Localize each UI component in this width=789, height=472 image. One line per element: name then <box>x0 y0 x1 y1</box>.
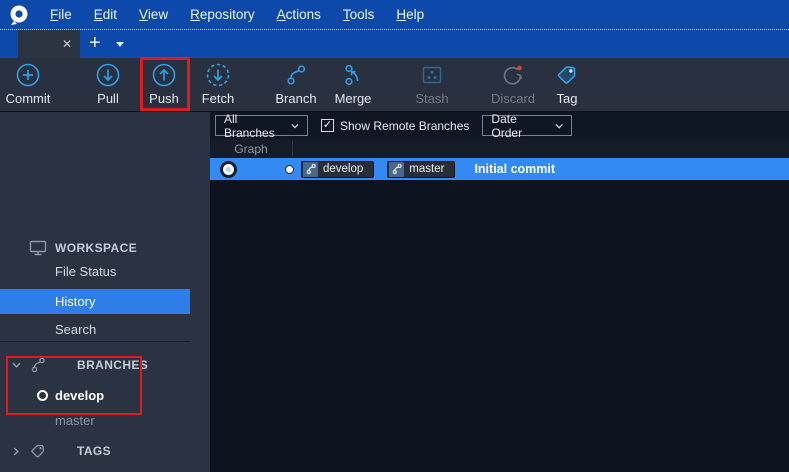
sidebar-section-tags[interactable]: TAGS <box>0 440 190 462</box>
search-label: Search <box>0 322 96 337</box>
checkbox-checked-icon[interactable]: ✓ <box>321 119 334 132</box>
chevron-down-icon[interactable] <box>10 362 22 368</box>
branch-badge-develop[interactable]: develop <box>301 161 374 178</box>
graph-column-header[interactable]: Graph <box>210 139 292 158</box>
commit-button[interactable]: Commit <box>0 60 56 110</box>
sort-order-value: Date Order <box>491 112 547 140</box>
stash-button[interactable]: Stash <box>408 60 456 110</box>
commit-graph-node-icon <box>220 161 237 178</box>
filter-bar: All Branches ✓ Show Remote Branches Date… <box>210 112 789 139</box>
push-up-circle-icon <box>142 60 186 90</box>
sidebar-section-workspace[interactable]: WORKSPACE <box>0 237 190 259</box>
workspace-section-label: WORKSPACE <box>0 241 137 255</box>
menu-bar: File Edit View Repository Actions Tools … <box>0 0 789 29</box>
tab-list-caret-icon[interactable] <box>116 42 124 47</box>
sourcetree-logo-icon <box>8 4 30 26</box>
toolbar: Commit Pull Push <box>0 58 789 112</box>
branch-filter-dropdown[interactable]: All Branches <box>215 115 308 136</box>
sidebar-item-history[interactable]: History <box>0 289 190 314</box>
tag-label: Tag <box>546 91 588 106</box>
pull-down-circle-icon <box>86 60 130 90</box>
file-status-label: File Status <box>0 264 116 279</box>
tab-bar: ✕ + <box>0 29 789 58</box>
chevron-down-icon <box>291 123 299 129</box>
new-tab-button[interactable]: + <box>82 30 108 58</box>
history-label: History <box>0 294 95 309</box>
chevron-right-icon[interactable] <box>10 447 22 456</box>
sidebar-item-master[interactable]: master <box>0 409 190 431</box>
sourcetree-window: File Edit View Repository Actions Tools … <box>0 0 789 472</box>
discard-label: Discard <box>487 91 539 106</box>
merge-label: Merge <box>329 91 377 106</box>
show-remote-branches-toggle[interactable]: ✓ Show Remote Branches <box>321 119 469 133</box>
sidebar-item-develop[interactable]: develop <box>0 384 190 406</box>
stash-label: Stash <box>408 91 456 106</box>
tag-icon <box>546 60 588 90</box>
branch-icon <box>28 356 48 374</box>
master-badge-label: master <box>404 163 454 175</box>
sidebar-divider <box>0 341 190 342</box>
stash-box-icon <box>408 60 456 90</box>
menu-file[interactable]: File <box>39 0 83 29</box>
sort-order-dropdown[interactable]: Date Order <box>482 115 572 136</box>
pull-label: Pull <box>86 91 130 106</box>
menu-actions[interactable]: Actions <box>266 0 332 29</box>
column-divider[interactable] <box>292 141 293 156</box>
master-branch-label: master <box>0 413 95 428</box>
history-table-header: Graph <box>210 139 789 158</box>
fetch-label: Fetch <box>196 91 240 106</box>
branch-icon <box>271 60 321 90</box>
push-label: Push <box>142 91 186 106</box>
branch-icon <box>389 162 404 177</box>
sidebar: WORKSPACE File Status History Search <box>0 112 210 472</box>
chevron-down-icon <box>555 123 563 129</box>
commit-dot-icon <box>285 165 294 174</box>
commit-plus-circle-icon <box>0 60 56 90</box>
merge-icon <box>329 60 377 90</box>
history-view: All Branches ✓ Show Remote Branches Date… <box>210 112 789 472</box>
commit-message: Initial commit <box>474 162 555 176</box>
menu-edit[interactable]: Edit <box>83 0 128 29</box>
branch-button[interactable]: Branch <box>271 60 321 110</box>
show-remote-branches-label: Show Remote Branches <box>340 119 469 133</box>
body: WORKSPACE File Status History Search <box>0 112 789 472</box>
pull-button[interactable]: Pull <box>86 60 130 110</box>
discard-button[interactable]: Discard <box>487 60 539 110</box>
tag-button[interactable]: Tag <box>546 60 588 110</box>
repository-tab[interactable]: ✕ <box>18 30 80 58</box>
fetch-dashed-circle-icon <box>196 60 240 90</box>
menu-repository[interactable]: Repository <box>179 0 266 29</box>
tab-close-icon[interactable]: ✕ <box>62 38 72 50</box>
branch-icon <box>303 162 318 177</box>
commit-row[interactable]: develop master Initial commit <box>210 158 789 180</box>
sidebar-item-file-status[interactable]: File Status <box>0 260 190 282</box>
branch-badge-master[interactable]: master <box>387 161 455 178</box>
fetch-button[interactable]: Fetch <box>196 60 240 110</box>
current-branch-icon <box>37 390 48 401</box>
monitor-icon <box>28 238 48 258</box>
develop-branch-label: develop <box>0 388 104 403</box>
branch-label: Branch <box>271 91 321 106</box>
menu-help[interactable]: Help <box>385 0 435 29</box>
develop-badge-label: develop <box>318 163 373 175</box>
commit-label: Commit <box>0 91 56 106</box>
tag-icon <box>28 442 48 460</box>
discard-undo-icon <box>487 60 539 90</box>
branch-filter-value: All Branches <box>224 112 283 140</box>
sidebar-item-search[interactable]: Search <box>0 318 190 340</box>
menu-view[interactable]: View <box>128 0 179 29</box>
push-button[interactable]: Push <box>142 60 186 110</box>
sidebar-section-branches[interactable]: BRANCHES <box>0 354 190 376</box>
menu-tools[interactable]: Tools <box>332 0 386 29</box>
merge-button[interactable]: Merge <box>329 60 377 110</box>
